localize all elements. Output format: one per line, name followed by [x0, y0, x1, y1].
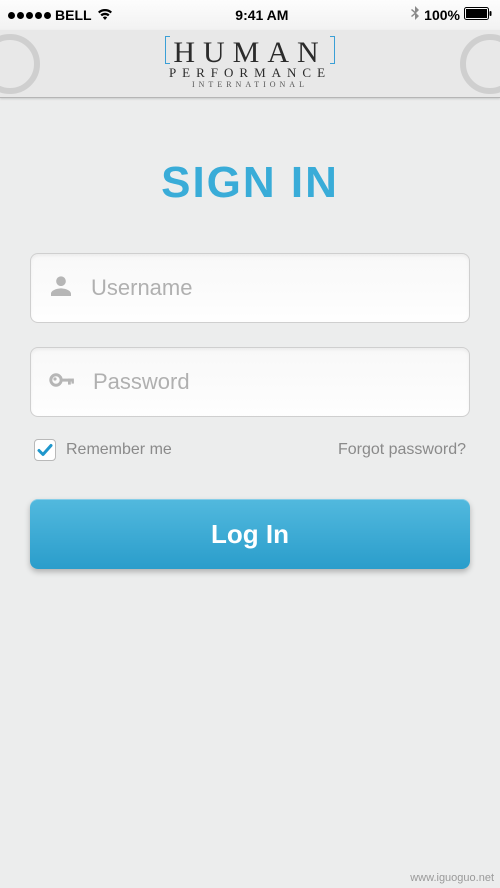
wifi-icon [96, 7, 114, 24]
remember-me-toggle[interactable]: Remember me [34, 439, 172, 461]
watermark: www.iguoguo.net [410, 872, 494, 884]
brand-logo: HUMAN PERFORMANCE INTERNATIONAL [169, 38, 331, 89]
username-input[interactable] [91, 275, 451, 301]
username-field[interactable] [30, 253, 470, 323]
remember-me-label: Remember me [66, 441, 172, 459]
header-ornament-right-icon [430, 30, 500, 97]
password-field[interactable] [30, 347, 470, 417]
page-title: SIGN IN [30, 158, 470, 208]
user-icon [49, 274, 91, 303]
forgot-password-link[interactable]: Forgot password? [338, 441, 466, 459]
battery-icon [464, 7, 492, 23]
brand-logo-tag: INTERNATIONAL [169, 81, 331, 89]
header-ornament-left-icon [0, 30, 70, 97]
status-right: 100% [410, 6, 492, 25]
status-bar: BELL 9:41 AM 100% [0, 0, 500, 30]
login-button[interactable]: Log In [30, 499, 470, 569]
clock: 9:41 AM [235, 7, 288, 23]
bluetooth-icon [410, 6, 420, 25]
carrier-label: BELL [55, 7, 92, 23]
battery-percent: 100% [424, 7, 460, 23]
checkbox-checked-icon [34, 439, 56, 461]
password-input[interactable] [93, 369, 451, 395]
brand-logo-main: HUMAN [169, 38, 330, 68]
status-left: BELL [8, 7, 114, 24]
key-icon [49, 368, 93, 397]
signal-strength-icon [8, 12, 51, 19]
app-header: HUMAN PERFORMANCE INTERNATIONAL [0, 30, 500, 98]
signin-form: SIGN IN Remember me Forgot password? Log… [0, 158, 500, 569]
